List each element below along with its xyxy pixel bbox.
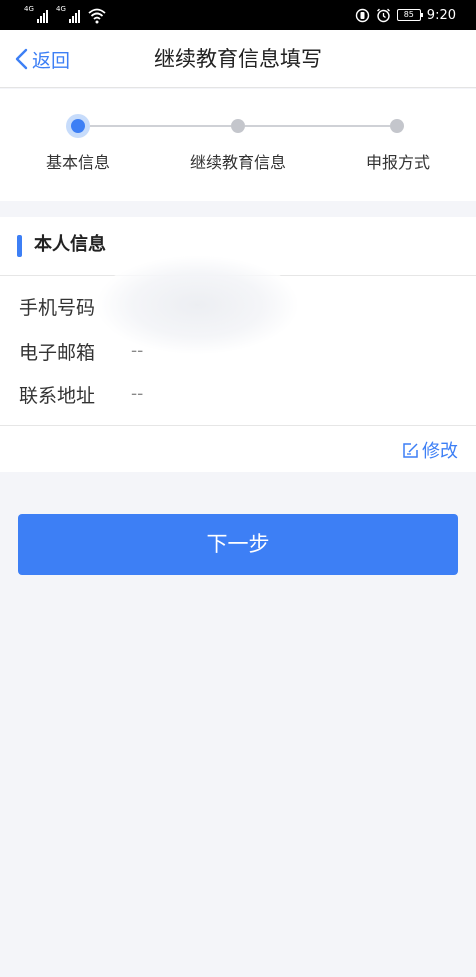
section-accent-bar [17,235,22,257]
edit-button[interactable]: 修改 [402,437,458,463]
alarm-icon [376,8,390,22]
address-label: 联系地址 [19,384,96,407]
step-connector [90,125,231,127]
clock: 9:20 [426,7,456,23]
section-title: 本人信息 [34,234,106,255]
network-type-label-2: 4G [56,5,66,13]
step-3-label: 申报方式 [365,153,430,172]
step-2-indicator [231,119,245,133]
battery-level: 85 [403,10,414,19]
email-label: 电子邮箱 [19,341,96,364]
back-label: 返回 [32,49,71,72]
address-row: 联系地址 -- [19,379,143,409]
battery-icon: 85 [396,9,423,21]
progress-stepper: 基本信息 继续教育信息 申报方式 [0,89,476,201]
signal-icon: 4G [24,6,48,24]
back-button[interactable]: 返回 [14,44,70,74]
edit-label: 修改 [422,441,458,462]
page-title: 继续教育信息填写 [154,47,322,71]
status-bar: 4G 4G 85 9:20 [0,0,476,30]
vibrate-icon [355,8,369,22]
step-1-label: 基本信息 [45,153,110,172]
edit-icon [403,442,418,458]
redaction-overlay [95,255,300,355]
nav-bar: 返回 继续教育信息填写 [0,30,476,88]
step-3-indicator [390,119,404,133]
address-value: -- [131,384,144,404]
signal-icon-2: 4G [56,6,80,24]
step-1-indicator [66,114,90,138]
step-connector [245,125,390,127]
step-2-label: 继续教育信息 [189,153,286,172]
next-step-button[interactable]: 下一步 [18,514,458,575]
wifi-icon [88,8,106,24]
back-chevron-icon [15,48,28,70]
network-type-label: 4G [24,5,34,13]
card-divider [0,425,476,426]
